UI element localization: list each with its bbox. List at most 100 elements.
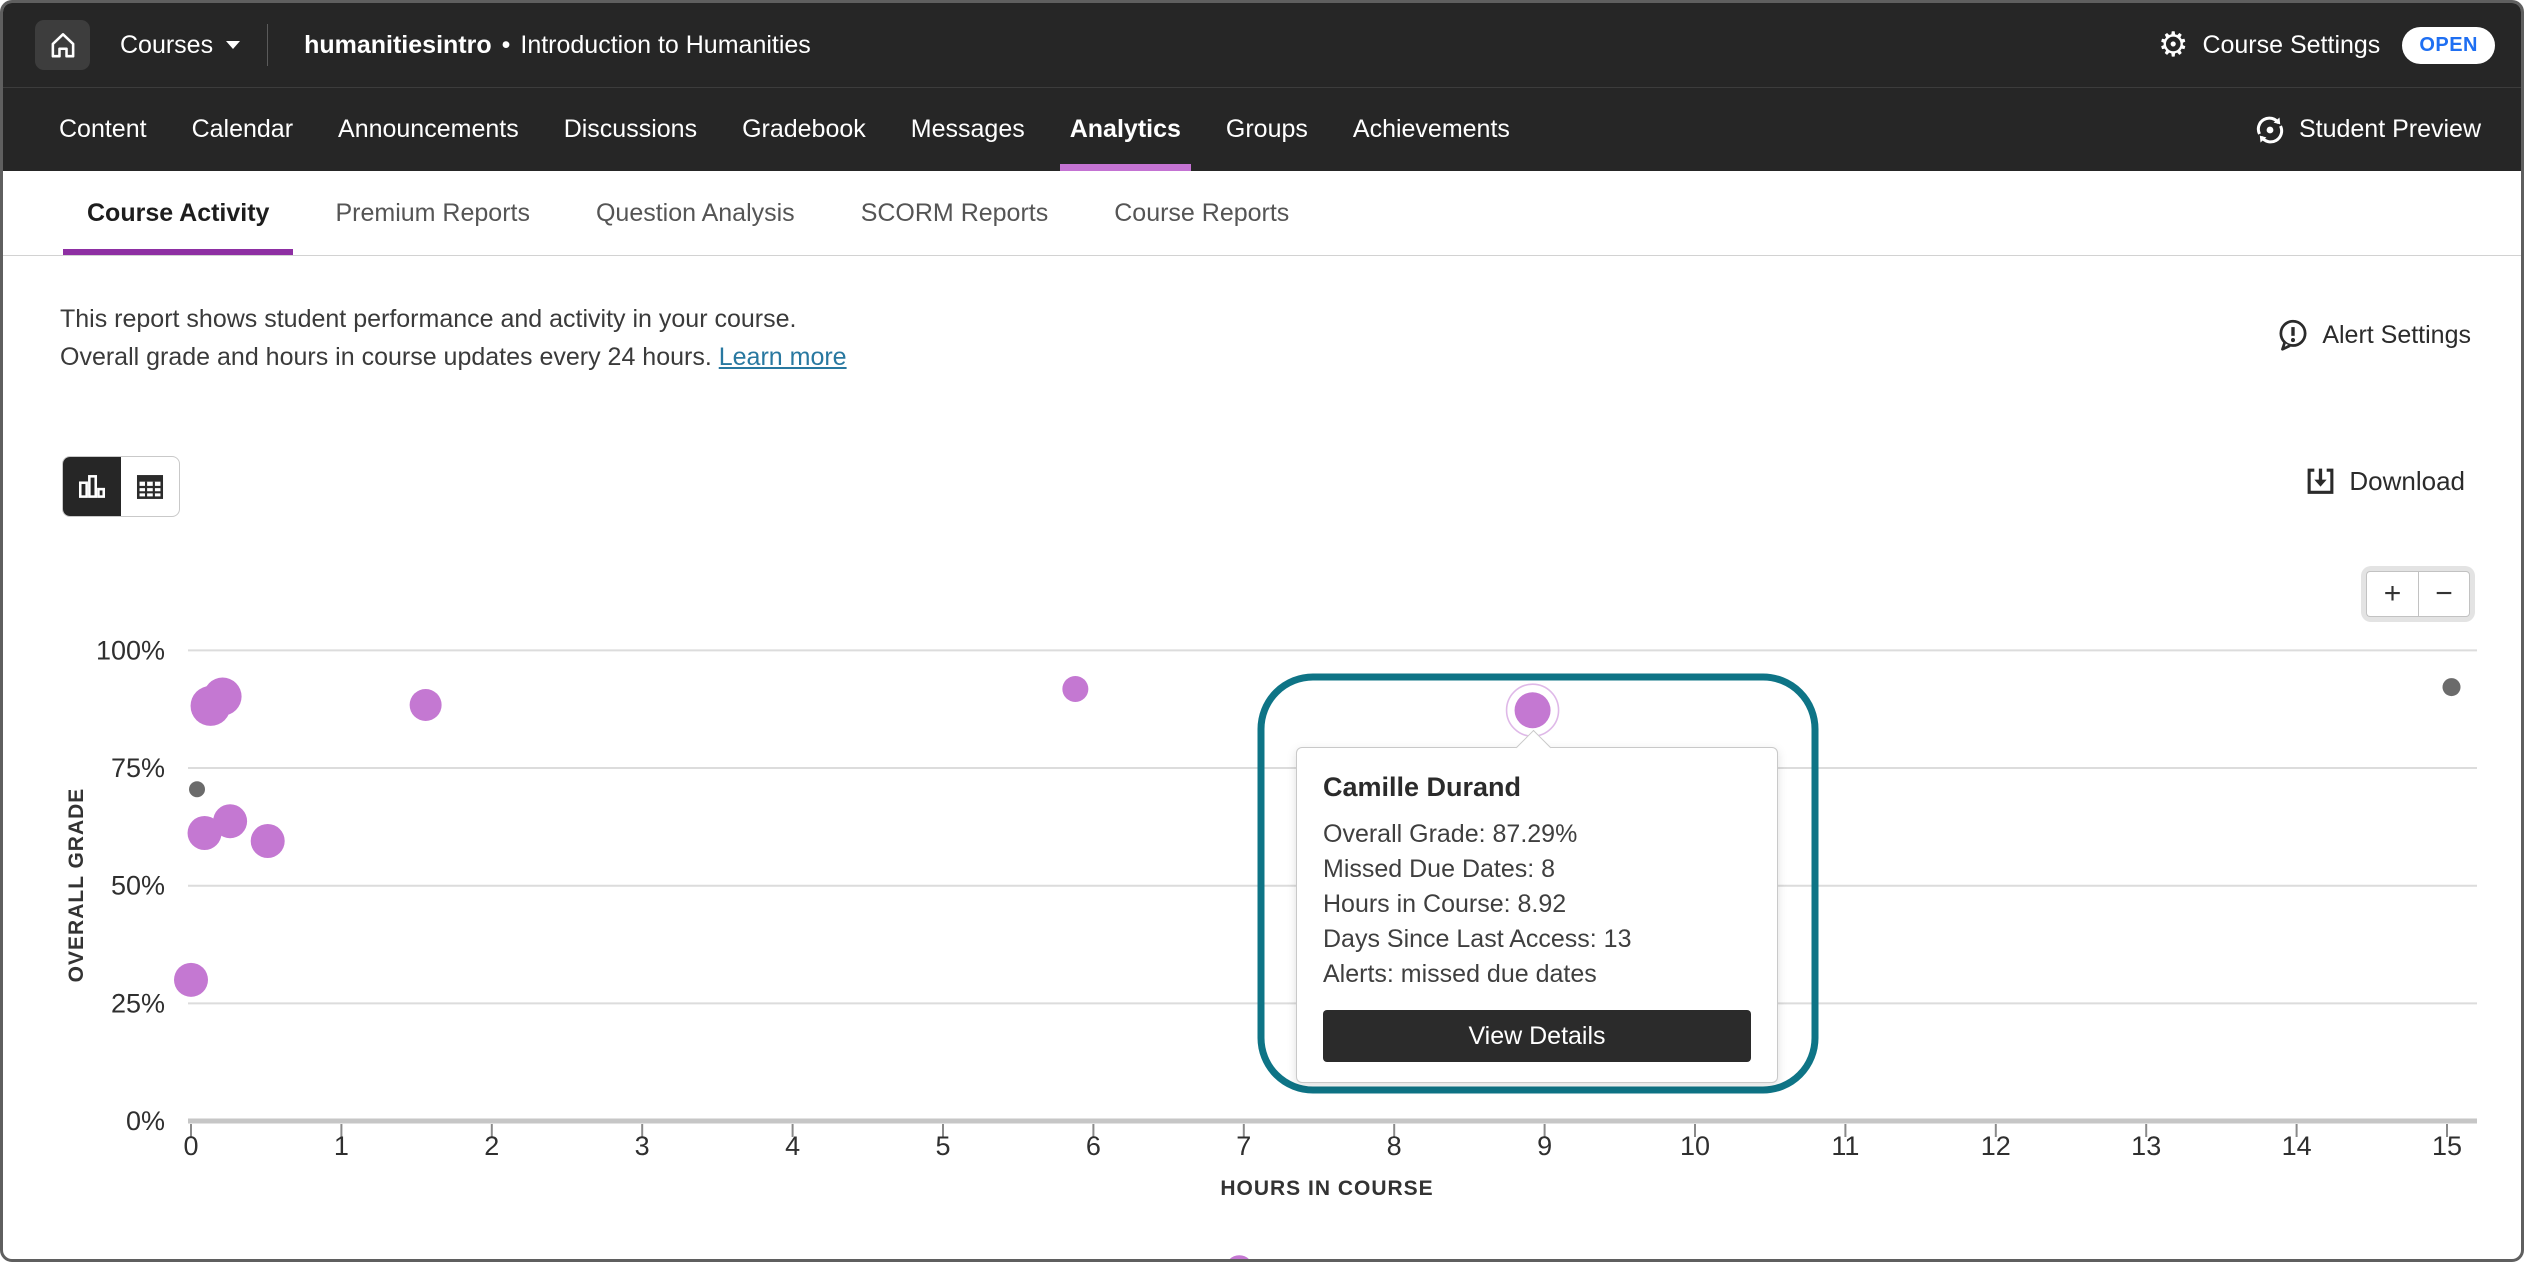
breadcrumb: humanitiesintro • Introduction to Humani… <box>304 31 811 60</box>
tab-calendar[interactable]: Calendar <box>192 88 293 171</box>
tab-analytics[interactable]: Analytics <box>1070 88 1181 171</box>
tab-announcements[interactable]: Announcements <box>338 88 519 171</box>
x-tick-label: 4 <box>785 1131 800 1161</box>
home-button[interactable] <box>35 20 90 70</box>
report-description: This report shows student performance an… <box>60 300 847 376</box>
alert-settings-button[interactable]: Alert Settings <box>2274 316 2471 354</box>
student-preview-button[interactable]: Student Preview <box>2253 88 2481 171</box>
data-point[interactable] <box>2443 678 2461 696</box>
y-tick-label: 25% <box>111 988 165 1018</box>
top-bar: Courses humanitiesintro • Introduction t… <box>3 3 2521 87</box>
data-point-selected[interactable] <box>1515 692 1551 728</box>
data-point[interactable] <box>213 804 247 838</box>
tooltip-stat-line: Hours in Course: 8.92 <box>1323 887 1751 922</box>
student-tooltip: Camille Durand Overall Grade: 87.29%Miss… <box>1296 747 1778 1083</box>
topbar-right: ⚙ Course Settings OPEN <box>2158 27 2495 64</box>
x-tick-label: 15 <box>2432 1131 2462 1161</box>
divider <box>267 24 268 66</box>
download-button[interactable]: Download <box>2304 465 2465 498</box>
data-point[interactable] <box>410 689 442 721</box>
course-title: Introduction to Humanities <box>520 31 810 60</box>
course-nav: Content Calendar Announcements Discussions G… <box>3 87 2521 171</box>
data-point[interactable] <box>188 816 222 850</box>
x-axis-ticks: 0123456789101112131415 <box>183 1124 2462 1161</box>
y-tick-label: 50% <box>111 871 165 901</box>
data-point[interactable] <box>174 963 208 997</box>
data-point[interactable] <box>251 824 285 858</box>
nav-tabs: Content Calendar Announcements Discussions G… <box>59 88 1510 171</box>
subtab-scorm-reports[interactable]: SCORM Reports <box>837 171 1073 255</box>
tooltip-stat-line: Overall Grade: 87.29% <box>1323 817 1751 852</box>
student-preview-label: Student Preview <box>2299 115 2481 144</box>
x-tick-label: 14 <box>2282 1131 2312 1161</box>
tooltip-stat-line: Missed Due Dates: 8 <box>1323 852 1751 887</box>
course-id: humanitiesintro <box>304 31 492 60</box>
data-point[interactable] <box>189 781 205 797</box>
tab-content[interactable]: Content <box>59 88 147 171</box>
x-tick-label: 13 <box>2131 1131 2161 1161</box>
y-axis-title: OVERALL GRADE <box>65 788 88 983</box>
view-details-button[interactable]: View Details <box>1323 1010 1751 1062</box>
y-tick-label: 75% <box>111 753 165 783</box>
download-icon <box>2304 465 2337 498</box>
subtab-question-analysis[interactable]: Question Analysis <box>572 171 819 255</box>
data-point[interactable] <box>1225 1255 1253 1262</box>
subtab-course-activity[interactable]: Course Activity <box>63 171 293 255</box>
x-axis-title: HOURS IN COURSE <box>1220 1177 1433 1200</box>
x-tick-label: 1 <box>334 1131 349 1161</box>
x-tick-label: 2 <box>484 1131 499 1161</box>
chart-view-button[interactable] <box>63 457 121 516</box>
tab-messages[interactable]: Messages <box>911 88 1025 171</box>
learn-more-link[interactable]: Learn more <box>719 343 847 371</box>
courses-dropdown[interactable]: Courses <box>120 31 241 60</box>
table-icon <box>134 471 166 503</box>
course-settings-button[interactable]: Course Settings <box>2202 31 2380 60</box>
app-window: Courses humanitiesintro • Introduction t… <box>0 0 2524 1262</box>
x-tick-label: 8 <box>1387 1131 1402 1161</box>
breadcrumb-separator: • <box>502 31 511 60</box>
analytics-subnav: Course ActivityPremium ReportsQuestion A… <box>3 171 2521 256</box>
subtab-premium-reports[interactable]: Premium Reports <box>311 171 554 255</box>
description-line2: Overall grade and hours in course update… <box>60 343 712 371</box>
x-tick-label: 0 <box>183 1131 198 1161</box>
x-tick-label: 6 <box>1086 1131 1101 1161</box>
tooltip-stats: Overall Grade: 87.29%Missed Due Dates: 8… <box>1323 817 1751 992</box>
chart-table-toggle <box>62 456 180 517</box>
tab-achievements[interactable]: Achievements <box>1353 88 1510 171</box>
data-point[interactable] <box>204 678 242 716</box>
home-icon <box>47 29 79 61</box>
bar-chart-icon <box>76 471 108 503</box>
tab-gradebook[interactable]: Gradebook <box>742 88 866 171</box>
zoom-out-button[interactable]: − <box>2418 571 2470 617</box>
x-tick-label: 12 <box>1981 1131 2011 1161</box>
alert-settings-label: Alert Settings <box>2322 321 2471 350</box>
open-status-badge[interactable]: OPEN <box>2402 27 2495 64</box>
chevron-down-icon <box>225 40 241 50</box>
x-tick-label: 11 <box>1831 1131 1859 1161</box>
x-tick-label: 5 <box>935 1131 950 1161</box>
tooltip-student-name: Camille Durand <box>1323 772 1751 803</box>
subtab-course-reports[interactable]: Course Reports <box>1090 171 1313 255</box>
zoom-in-button[interactable]: + <box>2366 571 2418 617</box>
tooltip-pointer <box>1516 730 1551 765</box>
tooltip-stat-line: Days Since Last Access: 13 <box>1323 922 1751 957</box>
x-tick-label: 10 <box>1680 1131 1710 1161</box>
data-point[interactable] <box>1062 676 1088 702</box>
data-point[interactable] <box>191 686 231 726</box>
courses-label: Courses <box>120 31 213 60</box>
tab-discussions[interactable]: Discussions <box>564 88 697 171</box>
x-tick-label: 7 <box>1236 1131 1251 1161</box>
x-tick-label: 3 <box>635 1131 650 1161</box>
tab-groups[interactable]: Groups <box>1226 88 1308 171</box>
tooltip-stat-line: Alerts: missed due dates <box>1323 957 1751 992</box>
y-axis-labels: 100% 75% 50% 25% 0% <box>96 635 165 1136</box>
table-view-button[interactable] <box>121 457 179 516</box>
x-tick-label: 9 <box>1537 1131 1552 1161</box>
report-description-row: This report shows student performance an… <box>3 256 2521 376</box>
zoom-controls: + − <box>2361 566 2475 622</box>
gear-icon: ⚙ <box>2158 28 2188 62</box>
y-tick-label: 0% <box>126 1106 165 1136</box>
alert-icon <box>2274 316 2312 354</box>
y-tick-label: 100% <box>96 635 165 665</box>
student-preview-icon <box>2253 113 2287 147</box>
